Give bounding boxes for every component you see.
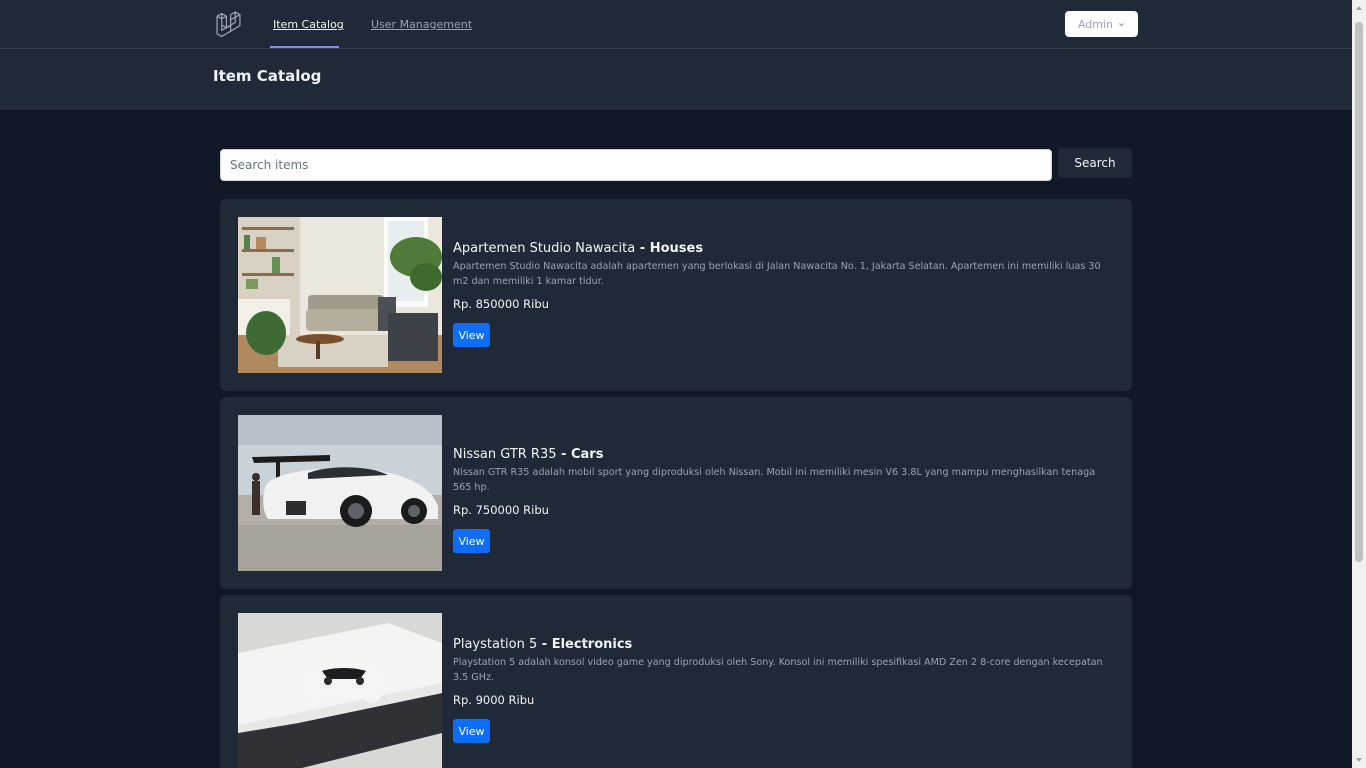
item-description: Apartemen Studio Nawacita adalah apartem… xyxy=(453,261,1101,287)
scroll-up-arrow-icon[interactable] xyxy=(1355,4,1363,12)
top-navbar: Item Catalog User Management Admin xyxy=(0,0,1352,49)
view-button[interactable]: View xyxy=(453,719,490,743)
item-price: Rp. 9000 Ribu xyxy=(453,693,535,707)
search-input[interactable] xyxy=(220,149,1052,181)
item-price: Rp. 750000 Ribu xyxy=(453,503,549,517)
item-card-body: Nissan GTR R35 - Cars Nissan GTR R35 ada… xyxy=(453,447,1114,553)
item-card: Apartemen Studio Nawacita - Houses Apart… xyxy=(220,199,1132,391)
title-separator: - xyxy=(537,637,552,652)
search-button[interactable]: Search xyxy=(1058,148,1132,178)
scrollbar-thumb[interactable] xyxy=(1355,22,1363,562)
item-card: Nissan GTR R35 - Cars Nissan GTR R35 ada… xyxy=(220,397,1132,589)
item-title: Nissan GTR R35 - Cars xyxy=(453,447,1114,462)
item-price: Rp. 850000 Ribu xyxy=(453,297,549,311)
nav-link-item-catalog[interactable]: Item Catalog xyxy=(273,18,344,31)
item-card-body: Playstation 5 - Electronics Playstation … xyxy=(453,637,1114,743)
laravel-logo-icon[interactable] xyxy=(215,11,242,38)
active-nav-indicator xyxy=(270,46,339,48)
item-name: Apartemen Studio Nawacita xyxy=(453,241,636,256)
item-name: Playstation 5 xyxy=(453,637,538,652)
view-button[interactable]: View xyxy=(453,529,490,553)
item-name: Nissan GTR R35 xyxy=(453,447,557,462)
scroll-down-arrow-icon[interactable] xyxy=(1355,756,1363,764)
item-category: Houses xyxy=(649,241,704,256)
page-scrollbar[interactable] xyxy=(1352,0,1366,768)
nav-link-user-management[interactable]: User Management xyxy=(371,18,472,31)
item-image-living-room xyxy=(238,217,442,373)
item-title: Playstation 5 - Electronics xyxy=(453,637,1114,652)
page-header: Item Catalog xyxy=(0,49,1352,110)
item-image-game-console xyxy=(238,613,442,768)
user-name: Admin xyxy=(1077,17,1114,31)
item-card: Playstation 5 - Electronics Playstation … xyxy=(220,595,1132,768)
title-separator: - xyxy=(635,241,650,256)
item-category: Electronics xyxy=(551,637,633,652)
item-description: Nissan GTR R35 adalah mobil sport yang d… xyxy=(453,467,1096,493)
item-card-body: Apartemen Studio Nawacita - Houses Apart… xyxy=(453,241,1114,347)
title-separator: - xyxy=(556,447,571,462)
view-button[interactable]: View xyxy=(453,323,490,347)
item-description: Playstation 5 adalah konsol video game y… xyxy=(453,657,1103,683)
user-menu-button[interactable]: Admin xyxy=(1065,11,1138,37)
item-category: Cars xyxy=(570,447,604,462)
chevron-down-icon xyxy=(1119,22,1125,26)
page-title: Item Catalog xyxy=(213,67,322,85)
item-title: Apartemen Studio Nawacita - Houses xyxy=(453,241,1114,256)
item-image-sports-car xyxy=(238,415,442,571)
